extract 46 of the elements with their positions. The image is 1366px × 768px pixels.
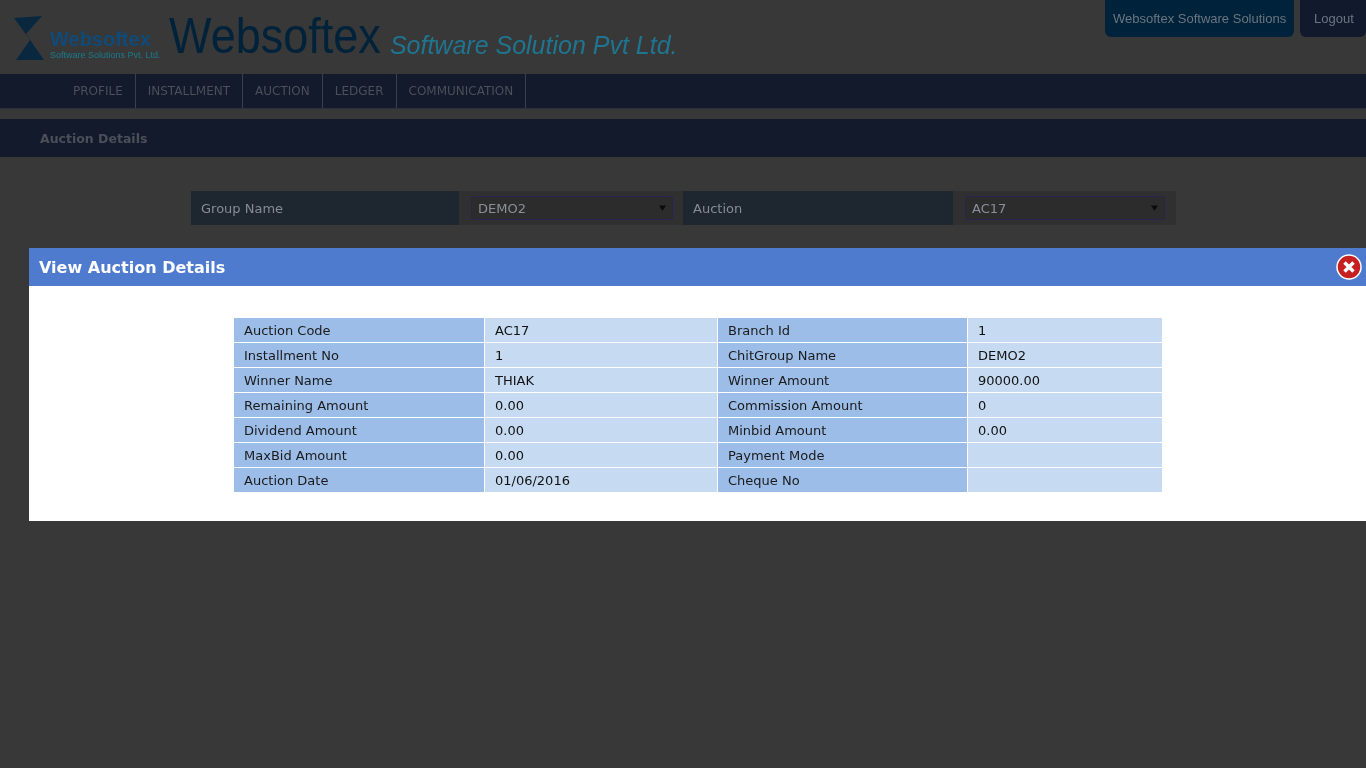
field-label: Minbid Amount xyxy=(717,417,968,443)
field-label: Branch Id xyxy=(717,317,968,343)
filter-label: Auction xyxy=(683,191,953,225)
menu-item[interactable]: LEDGER xyxy=(322,74,397,108)
dropdown-caret-icon xyxy=(1151,205,1158,211)
field-label: MaxBid Amount xyxy=(233,442,485,468)
field-label: Cheque No xyxy=(717,467,968,493)
table-cell: 0.00 xyxy=(967,417,1163,443)
table-cell: AC17 xyxy=(484,317,718,343)
menu-item[interactable]: INSTALLMENT xyxy=(135,74,244,108)
field-label: Payment Mode xyxy=(717,442,968,468)
table-cell: 90000.00 xyxy=(967,367,1163,393)
brand-subtitle: Software Solution Pvt Ltd. xyxy=(389,31,678,60)
table-cell: 0.00 xyxy=(484,442,718,468)
table-cell: 0.00 xyxy=(484,417,718,443)
table-cell: 01/06/2016 xyxy=(484,467,718,493)
company-button[interactable]: Websoftex Software Solutions xyxy=(1105,0,1294,37)
table-cell: THIAK xyxy=(484,367,718,393)
field-label: Auction Code xyxy=(233,317,485,343)
brand-title: Websoftex xyxy=(168,8,381,64)
field-label: Remaining Amount xyxy=(233,392,485,418)
logo-tagline: Software Solutions Pvt. Ltd. xyxy=(50,50,161,60)
field-label: Winner Name xyxy=(233,367,485,393)
select-field[interactable]: AC17 xyxy=(965,196,1165,220)
field-label: Auction Date xyxy=(233,467,485,493)
dialog-title: View Auction Details xyxy=(39,257,226,277)
logout-button[interactable]: Logout xyxy=(1300,0,1366,37)
table-cell: 1 xyxy=(484,342,718,368)
close-icon[interactable] xyxy=(1336,254,1362,280)
field-label: ChitGroup Name xyxy=(717,342,968,368)
field-label: Commission Amount xyxy=(717,392,968,418)
menu-item[interactable]: PROFILE xyxy=(61,74,136,108)
field-label: Installment No xyxy=(233,342,485,368)
table-cell: 0.00 xyxy=(484,392,718,418)
table-cell: DEMO2 xyxy=(967,342,1163,368)
page-title: Auction Details xyxy=(40,130,148,146)
table-cell: 0 xyxy=(967,392,1163,418)
select-field[interactable]: DEMO2 xyxy=(471,196,673,220)
filter-label: Group Name xyxy=(191,191,459,225)
field-label: Dividend Amount xyxy=(233,417,485,443)
menu-item[interactable]: COMMUNICATION xyxy=(396,74,527,108)
menu-item[interactable]: AUCTION xyxy=(243,74,323,108)
logo-name: Websoftex xyxy=(50,28,152,50)
table-cell: 1 xyxy=(967,317,1163,343)
field-label: Winner Amount xyxy=(717,367,968,393)
dropdown-caret-icon xyxy=(659,205,666,211)
